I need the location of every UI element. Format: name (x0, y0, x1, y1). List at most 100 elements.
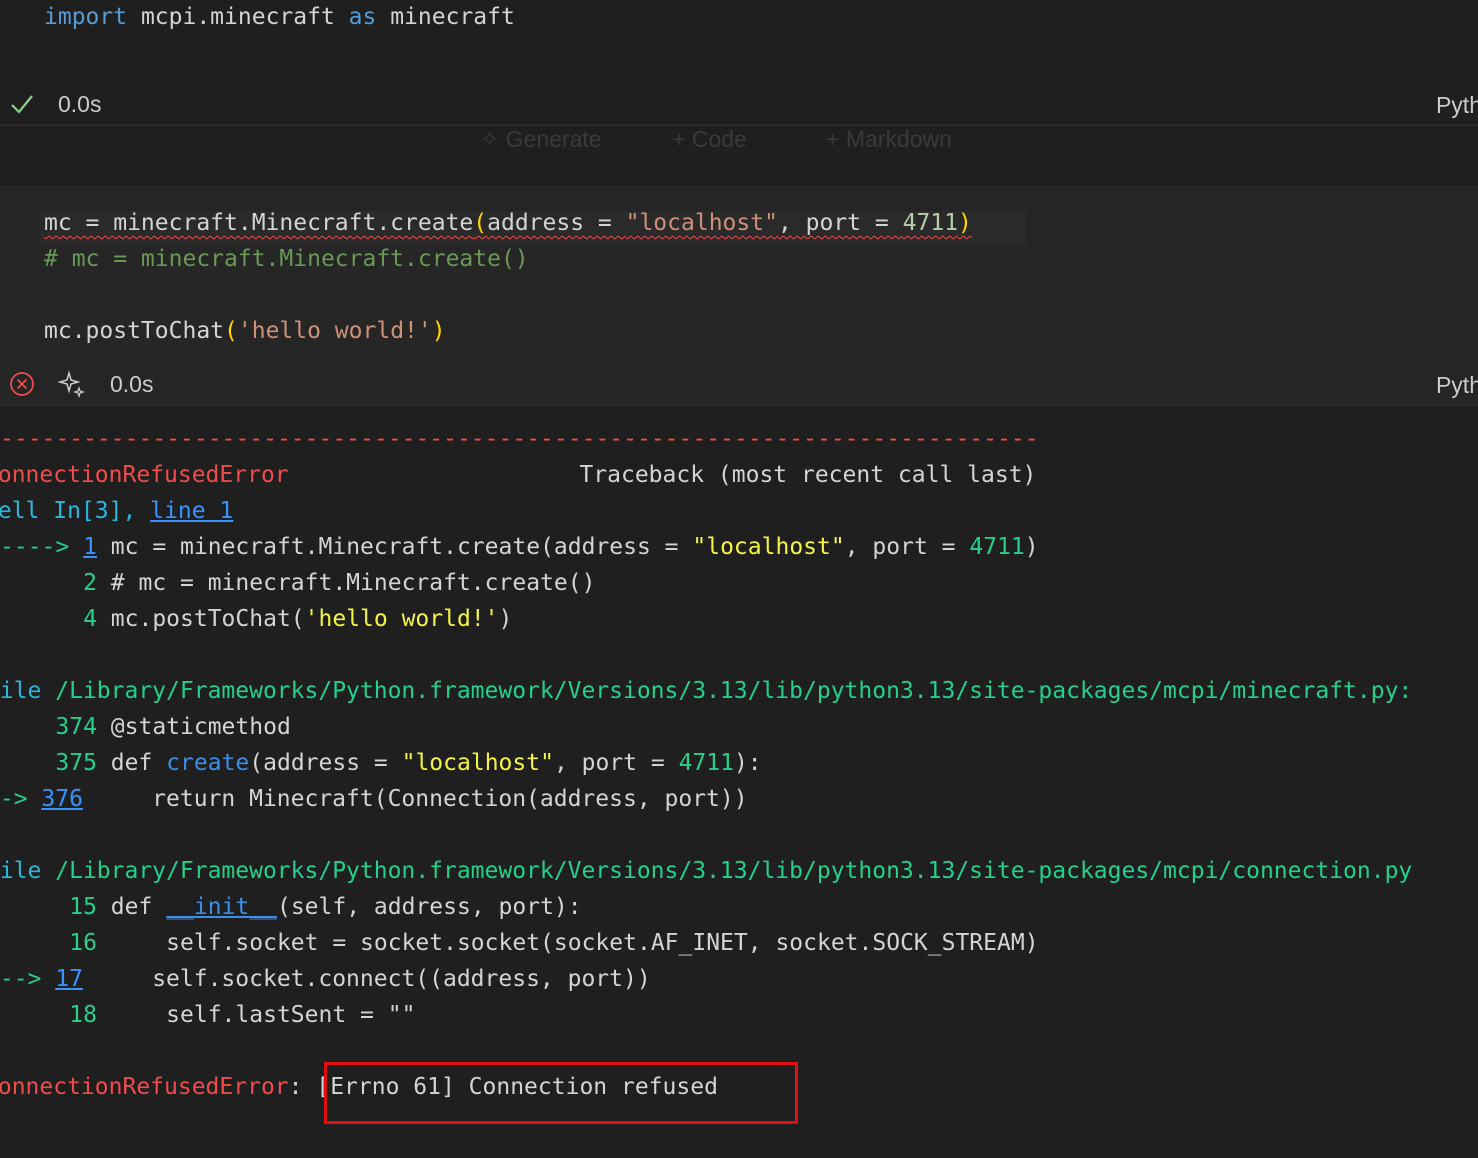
error-name: ConnectionRefusedError (0, 462, 289, 488)
code-token: , port = (553, 750, 679, 776)
code-token: 4711 (969, 534, 1025, 560)
code-line-4[interactable]: mc.postToChat('hello world!') (44, 318, 446, 344)
traceback-line: 18 self.lastSent = "" (0, 1002, 415, 1028)
code-token: 4711 (902, 210, 958, 236)
file-keyword: File (0, 678, 42, 704)
line-number-link[interactable]: 1 (83, 534, 97, 560)
add-markdown-button[interactable]: + Markdown (826, 126, 952, 153)
line-number: 4 (0, 606, 97, 632)
generate-button[interactable]: ✧ Generate (480, 126, 602, 153)
plus-icon: + (672, 126, 692, 152)
code-token: address = (487, 210, 626, 236)
file-path-link[interactable]: /Library/Frameworks/Python.framework/Ver… (55, 858, 1412, 884)
cell-ref: Cell In[3], line 1 (0, 498, 233, 524)
code-token: ( (224, 318, 238, 344)
line-number: 18 (0, 1002, 97, 1028)
code-token: def (96, 894, 167, 920)
cell1-status: 0.0s (8, 84, 101, 124)
colon: : (288, 1074, 317, 1100)
traceback-line: 2 # mc = minecraft.Minecraft.create() (0, 570, 595, 596)
arrow-marker: ---> (0, 966, 42, 992)
import-keyword: import (44, 4, 128, 30)
code-token: , port = (844, 534, 970, 560)
traceback-header: ConnectionRefusedError Traceback (most r… (0, 462, 1036, 488)
traceback-line: --> 376 return Minecraft(Connection(addr… (0, 786, 748, 812)
cell2-status: 0.0s (8, 364, 153, 404)
code-token: self.socket.connect((address, port)) (82, 966, 651, 992)
cell1-code-line[interactable]: import mcpi.minecraft as minecraft (44, 4, 515, 30)
line-number-link[interactable]: 376 (41, 786, 83, 812)
line-number: 16 (0, 930, 97, 956)
traceback-title: Traceback (most recent call last) (288, 462, 1037, 488)
line-number: 2 (0, 570, 97, 596)
code-token: "localhost" (401, 750, 554, 776)
code-token: ( (473, 210, 488, 236)
code-token: self.lastSent = "" (96, 1002, 416, 1028)
code-token: self.socket = socket.socket(socket.AF_IN… (96, 930, 1039, 956)
success-check-icon (11, 95, 33, 114)
sparkle-icon[interactable] (58, 370, 86, 398)
code-token: create (166, 750, 250, 776)
traceback-line: 15 def __init__(self, address, port): (0, 894, 582, 920)
alias-name: minecraft (376, 4, 515, 30)
code-token: , port = (777, 210, 903, 236)
arrow-marker: ----> (0, 534, 84, 560)
code-token: mc.postToChat (44, 318, 225, 344)
cell2-exec-time: 0.0s (110, 370, 154, 397)
code-token: mc = minecraft.Minecraft.create (44, 210, 474, 236)
as-keyword: as (348, 4, 377, 30)
cell1-exec-time: 0.0s (58, 90, 102, 117)
traceback-line: 374 @staticmethod (0, 714, 290, 740)
error-highlight-box (324, 1062, 798, 1124)
line-link[interactable]: line 1 (150, 498, 233, 524)
error-circle-icon (10, 372, 34, 396)
arrow-marker: --> (0, 786, 28, 812)
plus-icon: + (826, 126, 846, 152)
code-line-1[interactable]: mc = minecraft.Minecraft.create(address … (44, 210, 972, 236)
add-code-button[interactable]: + Code (672, 126, 747, 153)
error-name: ConnectionRefusedError (0, 1074, 289, 1100)
code-token: (self, address, port): (276, 894, 582, 920)
code-token: (address = (249, 750, 402, 776)
traceback-line: ----> 1 mc = minecraft.Minecraft.create(… (0, 534, 1039, 560)
traceback-line: 4 mc.postToChat('hello world!') (0, 606, 512, 632)
code-label: Code (691, 126, 747, 152)
code-token: 'hello world!' (237, 318, 432, 344)
code-token: ): (733, 750, 762, 776)
code-token: mc = minecraft.Minecraft.create(address … (96, 534, 693, 560)
code-token: return Minecraft(Connection(address, por… (82, 786, 748, 812)
file-path-link[interactable]: /Library/Frameworks/Python.framework/Ver… (55, 678, 1412, 704)
markdown-label: Markdown (845, 126, 952, 152)
code-token: 'hello world!' (304, 606, 499, 632)
code-token: ) (498, 606, 513, 632)
file-ref-2: File /Library/Frameworks/Python.framewor… (0, 858, 1412, 884)
line-number: 374 (0, 714, 97, 740)
code-token: 4711 (678, 750, 734, 776)
traceback-dashes: ----------------------------------------… (0, 426, 1039, 452)
line-number: 375 (0, 750, 97, 776)
module-name: mcpi.minecraft (127, 4, 349, 30)
code-token: mc.postToChat( (96, 606, 305, 632)
code-token: ) (1024, 534, 1039, 560)
cell-ref-text: Cell In[3], (0, 498, 151, 524)
code-token: __init__ (166, 894, 277, 920)
cell1-language-label[interactable]: Pyth (1436, 92, 1478, 119)
cell2-language-label[interactable]: Pyth (1436, 372, 1478, 399)
traceback-line: 375 def create(address = "localhost", po… (0, 750, 762, 776)
code-token: "localhost" (692, 534, 845, 560)
code-token: ) (431, 318, 446, 344)
line-number: 15 (0, 894, 97, 920)
traceback-line: ---> 17 self.socket.connect((address, po… (0, 966, 651, 992)
line-highlight (58, 283, 564, 317)
code-token: "localhost" (625, 210, 778, 236)
code-token: # mc = minecraft.Minecraft.create() (96, 570, 596, 596)
code-token: def (96, 750, 167, 776)
traceback-line: 16 self.socket = socket.socket(socket.AF… (0, 930, 1039, 956)
line-number-link[interactable]: 17 (55, 966, 83, 992)
generate-label: Generate (505, 126, 602, 152)
file-keyword: File (0, 858, 42, 884)
code-cell-2[interactable]: mc = minecraft.Minecraft.create(address … (0, 187, 1478, 405)
code-token: ) (957, 210, 972, 236)
code-line-2-comment[interactable]: # mc = minecraft.Minecraft.create() (44, 246, 529, 272)
code-cell-1[interactable]: import mcpi.minecraft as minecraft 0.0s … (0, 0, 1478, 125)
